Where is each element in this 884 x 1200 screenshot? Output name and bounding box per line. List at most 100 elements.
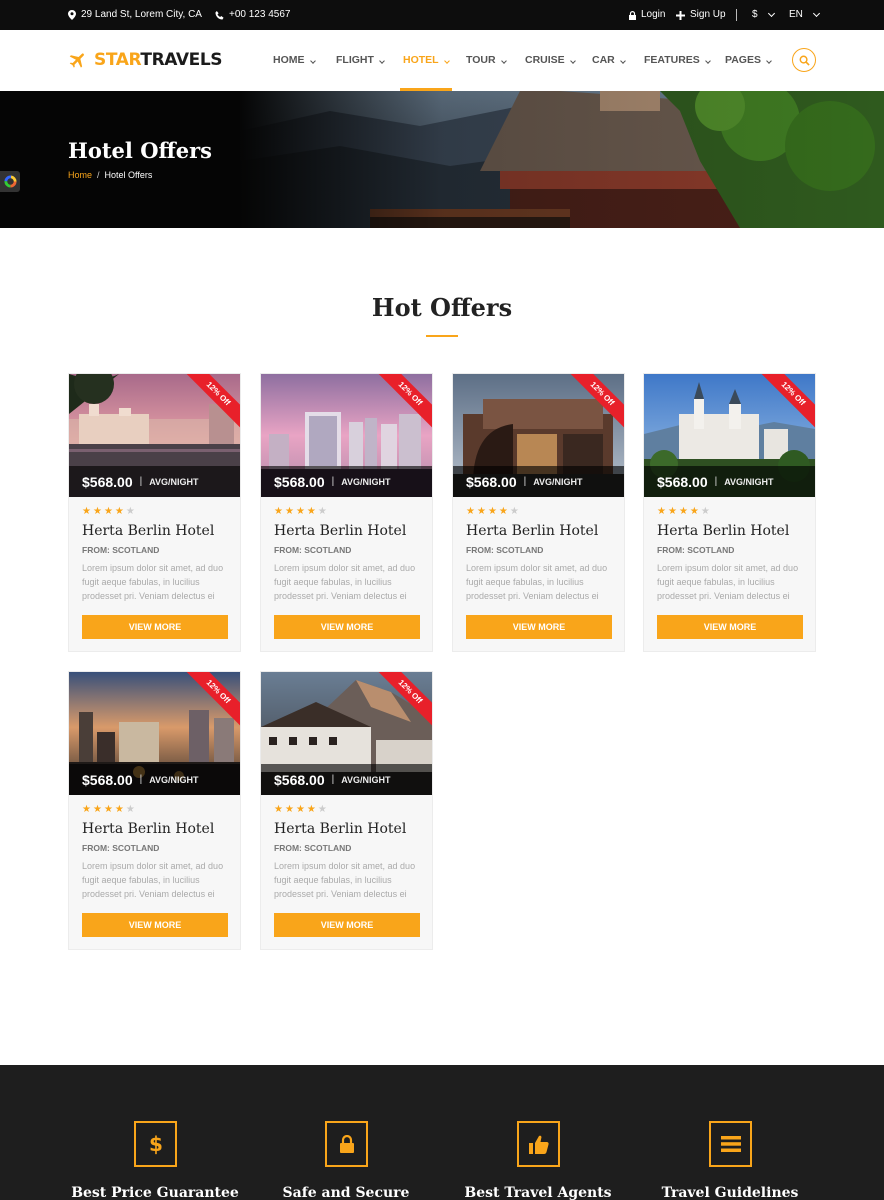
- signup-link[interactable]: Sign Up: [676, 0, 726, 30]
- nav-cruise[interactable]: CRUISE: [525, 30, 576, 91]
- price: $568.00: [466, 473, 517, 490]
- hotel-card[interactable]: 12% Off $568.00 | AVG/NIGHT ★ ★ ★ ★ ★ Herta Berli…: [643, 373, 816, 652]
- hotel-image[interactable]: 12% Off $568.00 | AVG/NIGHT: [69, 672, 240, 795]
- view-more-button[interactable]: VIEW MORE: [82, 913, 228, 937]
- color-wheel-icon: [3, 175, 17, 188]
- feature-title: Best Travel Agents: [464, 1185, 612, 1200]
- hotel-name[interactable]: Herta Berlin Hotel: [82, 821, 214, 837]
- lock-icon: [325, 1121, 368, 1167]
- star-icon: ★: [103, 804, 113, 815]
- chevron-down-icon: [767, 9, 775, 18]
- address-text: 29 Land St, Lorem City, CA: [81, 9, 202, 20]
- view-more-button[interactable]: VIEW MORE: [466, 615, 612, 639]
- hotel-location: FROM: SCOTLAND: [274, 843, 352, 853]
- feature-title: Best Price Guarantee: [71, 1185, 239, 1200]
- price-bar: $568.00 | AVG/NIGHT: [69, 764, 240, 795]
- star-icon: ★: [284, 804, 294, 815]
- nav-car[interactable]: CAR: [592, 30, 626, 91]
- hotel-card[interactable]: 12% Off $568.00 | AVG/NIGHT ★ ★ ★ ★ ★ Herta Berli…: [452, 373, 625, 652]
- phone[interactable]: +00 123 4567: [215, 0, 290, 30]
- breadcrumb-home[interactable]: Home: [68, 170, 92, 180]
- view-more-button[interactable]: VIEW MORE: [274, 913, 420, 937]
- features-section: $ Best Price Guarantee Safe and Secure B…: [0, 1065, 884, 1200]
- language-select[interactable]: EN: [789, 0, 820, 30]
- star-icon: ★: [92, 506, 102, 517]
- price-bar: $568.00 | AVG/NIGHT: [69, 466, 240, 497]
- price-separator: |: [139, 476, 143, 487]
- star-icon: ★: [678, 506, 688, 517]
- star-rating: ★ ★ ★ ★ ★: [657, 507, 710, 517]
- hotel-image[interactable]: 12% Off $568.00 | AVG/NIGHT: [261, 672, 432, 795]
- login-link[interactable]: Login: [629, 0, 665, 30]
- hotel-card[interactable]: 12% Off $568.00 | AVG/NIGHT ★ ★ ★ ★ ★ Herta Berli…: [260, 373, 433, 652]
- hotel-location: FROM: SCOTLAND: [274, 545, 352, 555]
- star-icon: ★: [700, 506, 710, 517]
- price-bar: $568.00 | AVG/NIGHT: [453, 466, 624, 497]
- star-icon: ★: [274, 804, 283, 815]
- nav-tour[interactable]: TOUR: [466, 30, 507, 91]
- nav-home[interactable]: HOME: [273, 30, 316, 91]
- hotel-name[interactable]: Herta Berlin Hotel: [274, 523, 406, 539]
- view-more-button[interactable]: VIEW MORE: [274, 615, 420, 639]
- phone-icon: [215, 10, 224, 20]
- nav-pages[interactable]: PAGES: [725, 30, 772, 91]
- price-separator: |: [139, 774, 143, 785]
- chevron-down-icon: [704, 58, 711, 64]
- price-bar: $568.00 | AVG/NIGHT: [261, 764, 432, 795]
- nav-flight[interactable]: FLIGHT: [336, 30, 385, 91]
- view-more-button[interactable]: VIEW MORE: [82, 615, 228, 639]
- top-bar: 29 Land St, Lorem City, CA +00 123 4567 …: [0, 0, 884, 30]
- feature-best-price: $ Best Price Guarantee: [55, 1065, 255, 1200]
- dollar-icon: $: [134, 1121, 177, 1167]
- list-icon: [709, 1121, 752, 1167]
- hotel-name[interactable]: Herta Berlin Hotel: [466, 523, 598, 539]
- chevron-down-icon: [500, 58, 507, 64]
- star-icon: ★: [125, 804, 135, 815]
- hotel-image[interactable]: 12% Off $568.00 | AVG/NIGHT: [453, 374, 624, 497]
- star-icon: ★: [317, 804, 327, 815]
- phone-text: +00 123 4567: [229, 9, 291, 20]
- hotel-image[interactable]: 12% Off $568.00 | AVG/NIGHT: [644, 374, 815, 497]
- price: $568.00: [657, 473, 708, 490]
- star-rating: ★ ★ ★ ★ ★: [466, 507, 519, 517]
- search-button[interactable]: [792, 48, 816, 72]
- nav-hotel[interactable]: HOTEL: [400, 30, 452, 91]
- hotel-description: Lorem ipsum dolor sit amet, ad duo fugit…: [274, 563, 416, 601]
- hotel-card[interactable]: 12% Off $568.00 | AVG/NIGHT ★ ★ ★ ★ ★ Herta Berli…: [68, 671, 241, 950]
- hotel-card[interactable]: 12% Off $568.00 | AVG/NIGHT ★ ★ ★ ★ ★ Herta Berli…: [68, 373, 241, 652]
- price-bar: $568.00 | AVG/NIGHT: [644, 466, 815, 497]
- logo[interactable]: STARTRAVELS: [68, 47, 223, 73]
- color-switcher-button[interactable]: [0, 171, 20, 192]
- view-more-button[interactable]: VIEW MORE: [657, 615, 803, 639]
- hotel-card[interactable]: 12% Off $568.00 | AVG/NIGHT ★ ★ ★ ★ ★ Herta Berli…: [260, 671, 433, 950]
- price-separator: |: [714, 476, 718, 487]
- star-icon: ★: [114, 804, 124, 815]
- price-separator: |: [331, 774, 335, 785]
- star-icon: ★: [509, 506, 519, 517]
- breadcrumb-separator: /: [97, 170, 100, 180]
- hotel-image[interactable]: 12% Off $568.00 | AVG/NIGHT: [261, 374, 432, 497]
- star-rating: ★ ★ ★ ★ ★: [274, 805, 327, 815]
- address: 29 Land St, Lorem City, CA: [68, 0, 202, 30]
- star-icon: ★: [317, 506, 327, 517]
- star-icon: ★: [274, 506, 283, 517]
- star-icon: ★: [476, 506, 486, 517]
- star-icon: ★: [295, 506, 305, 517]
- hotel-name[interactable]: Herta Berlin Hotel: [274, 821, 406, 837]
- currency-select[interactable]: $: [752, 0, 775, 30]
- price: $568.00: [274, 473, 325, 490]
- hero-banner: Hotel Offers Home / Hotel Offers: [0, 91, 884, 228]
- nav-features[interactable]: FEATURES: [644, 30, 711, 91]
- star-icon: ★: [103, 506, 113, 517]
- hotel-description: Lorem ipsum dolor sit amet, ad duo fugit…: [82, 861, 224, 899]
- feature-safe-secure: Safe and Secure: [246, 1065, 446, 1200]
- star-icon: ★: [114, 506, 124, 517]
- lock-icon: [629, 10, 636, 20]
- hotel-name[interactable]: Herta Berlin Hotel: [82, 523, 214, 539]
- hotel-name[interactable]: Herta Berlin Hotel: [657, 523, 789, 539]
- main-header: STARTRAVELS HOME FLIGHT HOTEL TOUR CRUIS…: [0, 30, 884, 91]
- star-icon: ★: [689, 506, 699, 517]
- chevron-down-icon: [309, 58, 316, 64]
- price-unit: AVG/NIGHT: [341, 476, 391, 487]
- hotel-image[interactable]: 12% Off $568.00 | AVG/NIGHT: [69, 374, 240, 497]
